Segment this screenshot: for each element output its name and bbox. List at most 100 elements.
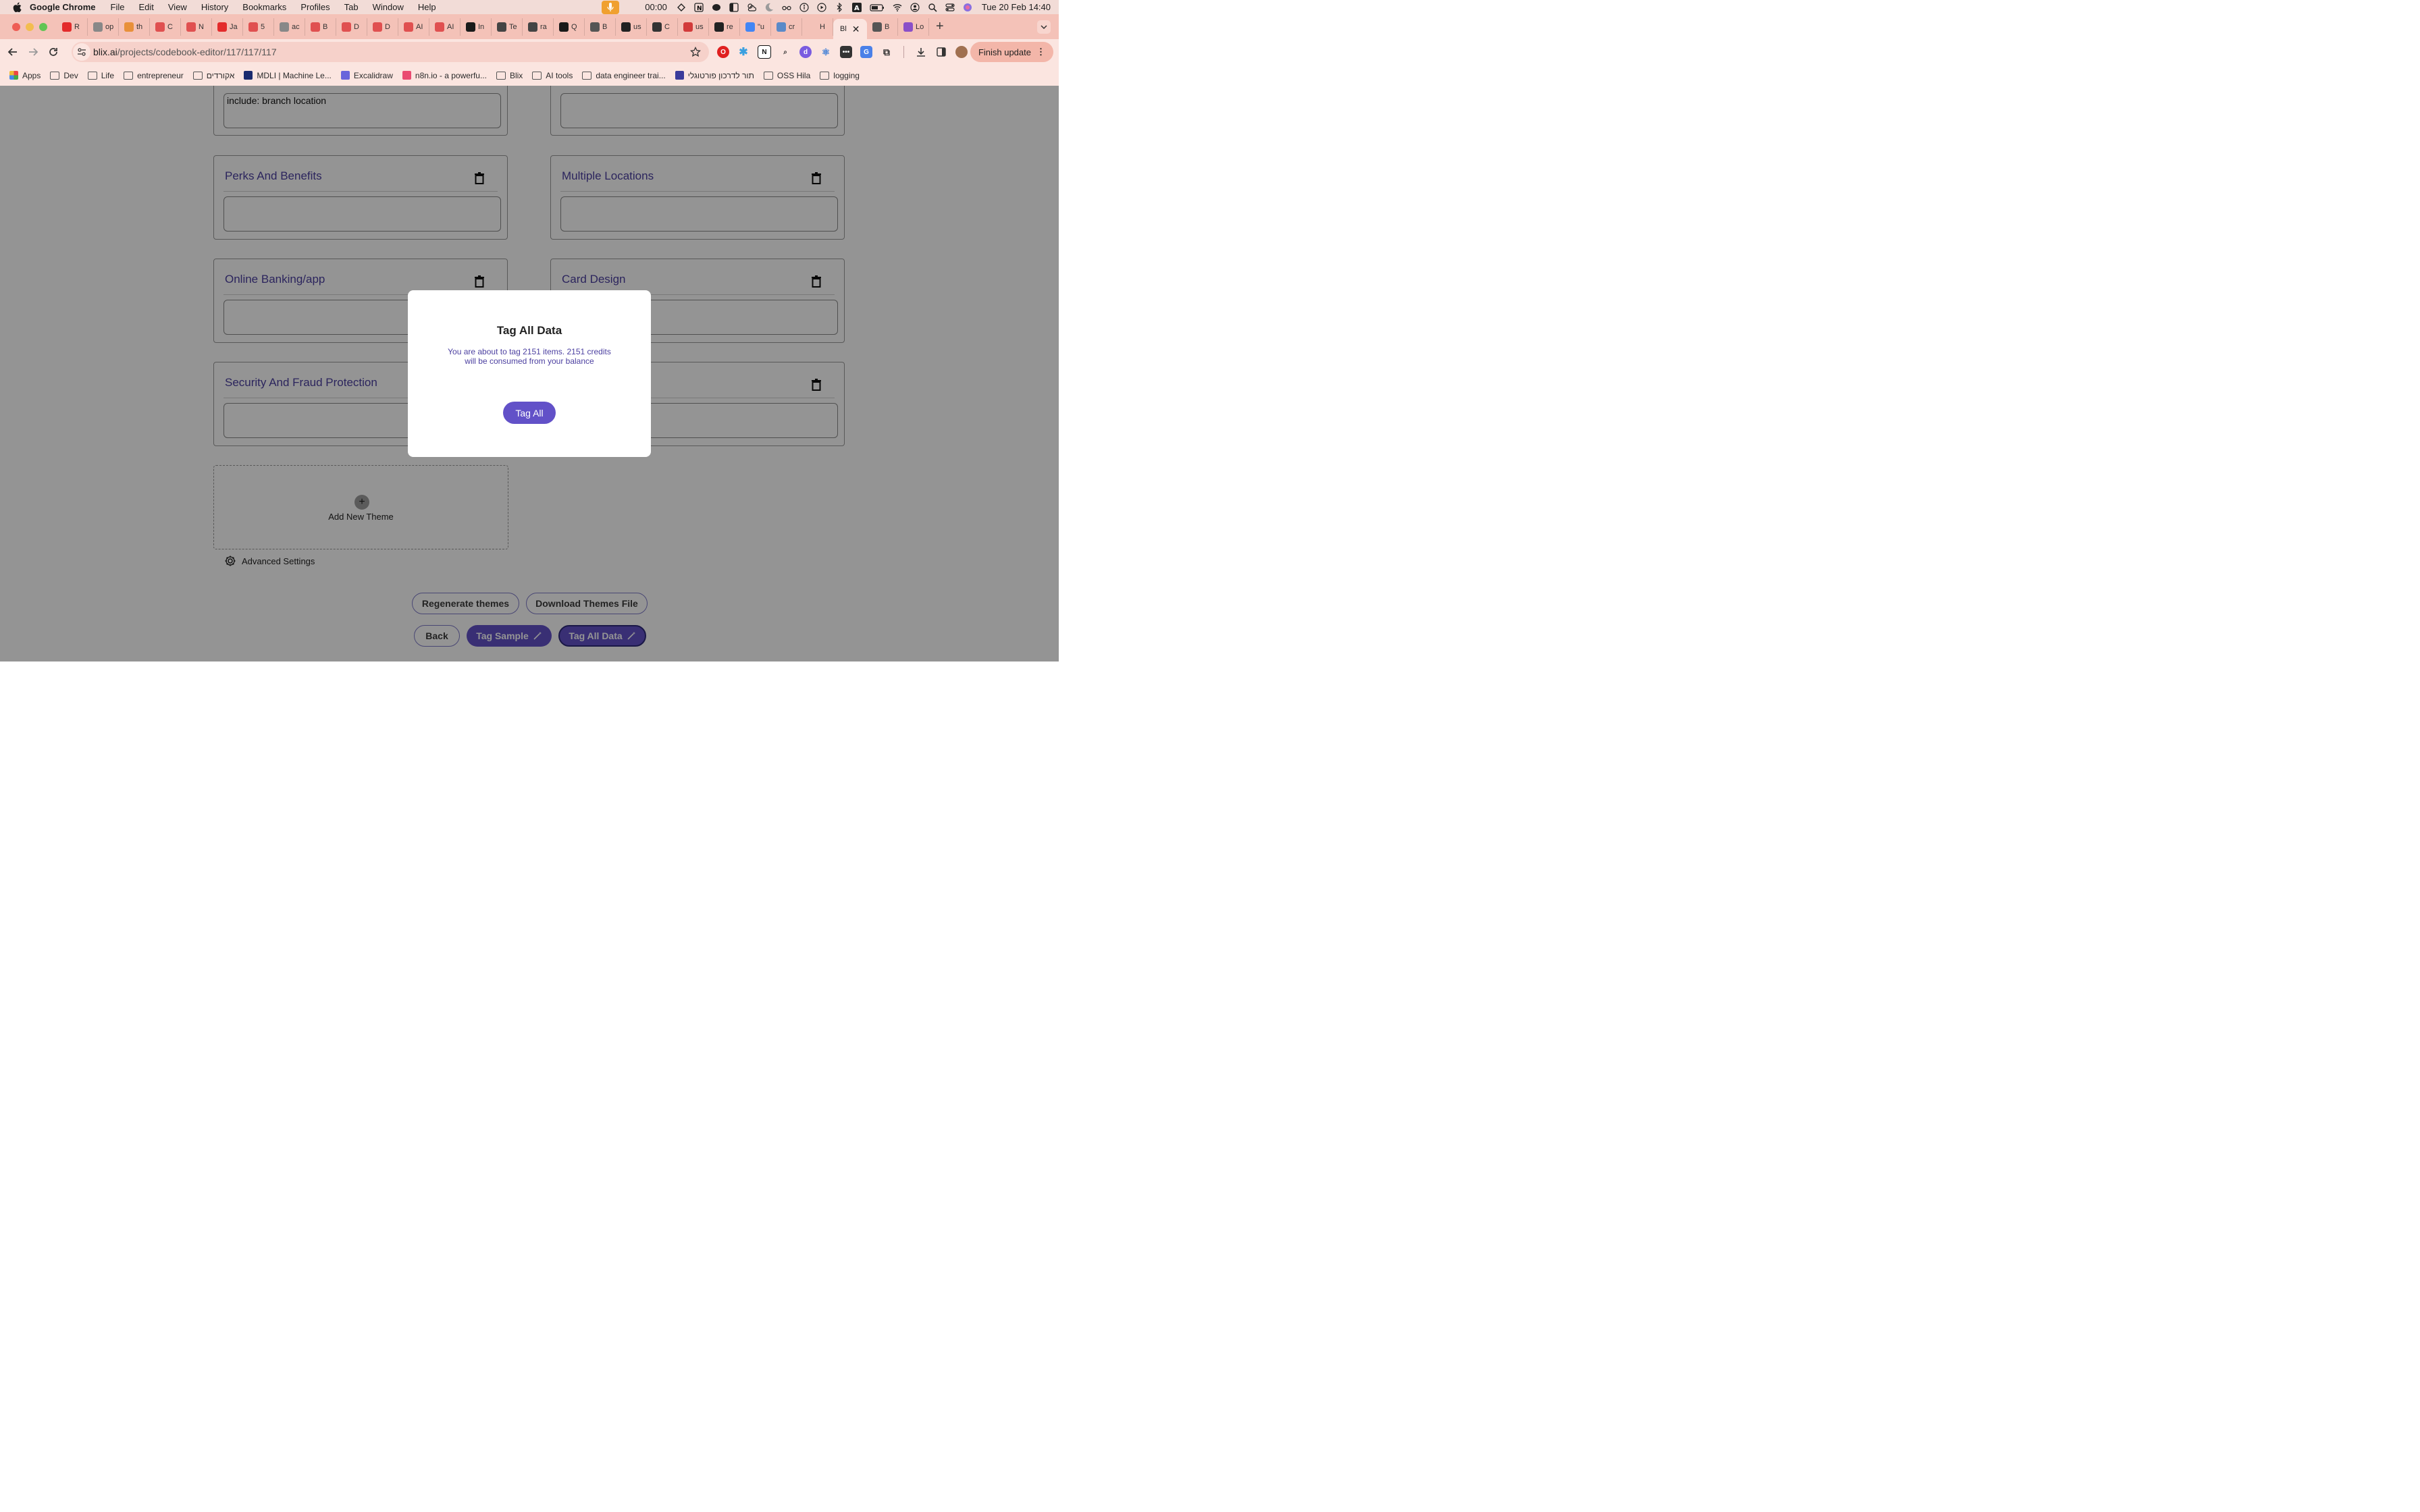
wifi-icon[interactable] [893,3,902,12]
weather-icon[interactable] [747,3,756,12]
react-extension-icon[interactable]: ⚛ [820,46,832,58]
dots-extension-icon[interactable]: ••• [840,46,852,58]
browser-tab[interactable]: In [461,18,492,36]
search-extension-icon[interactable]: ⌕ [779,46,791,58]
browser-tab[interactable]: B [585,18,616,36]
accessibility-icon[interactable] [799,2,809,12]
bookmark-item[interactable]: אקורדים [192,71,234,80]
finish-update-button[interactable]: Finish update ⋮ [970,42,1053,62]
address-bar[interactable]: blix.ai/projects/codebook-editor/117/117… [72,42,709,62]
browser-tab[interactable]: H [802,18,833,36]
browser-tab[interactable]: C [150,18,181,36]
bookmark-item[interactable]: Apps [9,71,41,80]
browser-tab[interactable]: Lo [898,18,929,36]
sidebar-icon[interactable] [729,2,739,12]
bookmark-item[interactable]: Blix [496,71,523,80]
notion-extension-icon[interactable]: N [758,45,771,59]
browser-tab[interactable]: AI [398,18,429,36]
bookmark-item[interactable]: logging [820,71,860,80]
menu-tab[interactable]: Tab [344,2,359,12]
reload-icon[interactable] [44,43,63,61]
browser-tab[interactable]: op [88,18,119,36]
status-icon-1[interactable] [677,3,686,12]
browser-tab[interactable]: D [336,18,367,36]
sparkle-extension-icon[interactable]: ✱ [737,46,749,58]
more-menu-icon[interactable]: ⋮ [1036,47,1045,57]
browser-tab[interactable]: AI [429,18,461,36]
browser-tab[interactable]: D [367,18,398,36]
timer-readout[interactable]: 00:00 [645,2,667,12]
app-name-menu[interactable]: Google Chrome [30,2,96,12]
active-tab[interactable]: Bl ✕ [833,19,867,39]
browser-tab[interactable]: "u [740,18,771,36]
menu-history[interactable]: History [201,2,228,12]
new-tab-button[interactable]: + [936,19,944,34]
microphone-icon[interactable] [602,0,620,14]
menu-profiles[interactable]: Profiles [300,2,330,12]
browser-tab[interactable]: Ja [212,18,243,36]
site-info-icon[interactable] [73,43,90,61]
back-arrow-icon[interactable] [3,43,22,61]
browser-tab[interactable]: Q [554,18,585,36]
translate-extension-icon[interactable]: G [860,46,872,58]
puzzle-extensions-icon[interactable]: ⧉ [880,46,893,58]
bookmark-item[interactable]: Excalidraw [340,71,393,80]
browser-tab[interactable]: B [305,18,336,36]
bookmark-item[interactable]: AI tools [532,71,573,80]
bookmark-item[interactable]: תור לדרכון פורטוגלי [675,71,754,80]
browser-tab[interactable]: us [616,18,647,36]
keyboard-input-icon[interactable]: A [851,2,862,12]
minimize-window-button[interactable] [26,22,34,31]
browser-tab[interactable]: th [119,18,150,36]
user-account-icon[interactable] [910,2,920,12]
side-panel-icon[interactable] [935,46,947,58]
browser-tab[interactable]: re [709,18,740,36]
bookmark-item[interactable]: MDLI | Machine Le... [244,71,332,80]
play-icon[interactable] [817,2,826,12]
bookmark-item[interactable]: Dev [50,71,78,80]
browser-tab[interactable]: us [678,18,709,36]
bookmark-item[interactable]: entrepreneur [124,71,184,80]
bookmark-item[interactable]: data engineer trai... [582,71,666,80]
bluetooth-icon[interactable] [835,2,844,12]
bookmark-item[interactable]: n8n.io - a powerfu... [402,71,487,80]
menu-edit[interactable]: Edit [138,2,153,12]
browser-tab[interactable]: N [181,18,212,36]
apple-logo-icon[interactable] [12,2,22,13]
moon-icon[interactable] [764,3,774,12]
tag-all-confirm-button[interactable]: Tag All [503,402,556,424]
profile-avatar[interactable] [955,46,968,58]
menu-bookmarks[interactable]: Bookmarks [242,2,286,12]
glasses-icon[interactable] [782,3,791,12]
menu-file[interactable]: File [111,2,125,12]
maximize-window-button[interactable] [39,22,47,31]
browser-tab[interactable]: Te [492,18,523,36]
notion-icon[interactable]: N [694,2,704,12]
menu-view[interactable]: View [168,2,187,12]
menu-help[interactable]: Help [418,2,436,12]
bookmark-star-icon[interactable] [690,47,701,57]
download-icon[interactable] [915,46,927,58]
browser-tab[interactable]: C [647,18,678,36]
close-tab-icon[interactable]: ✕ [852,24,860,35]
browser-tab[interactable]: B [867,18,898,36]
browser-tab[interactable]: ac [274,18,305,36]
close-window-button[interactable] [12,22,20,31]
browser-tab[interactable]: 5 [243,18,274,36]
opera-extension-icon[interactable]: O [717,46,729,58]
battery-icon[interactable] [870,3,885,12]
menu-window[interactable]: Window [373,2,404,12]
browser-tab[interactable]: ra [523,18,554,36]
forward-arrow-icon[interactable] [24,43,43,61]
bookmark-item[interactable]: OSS Hila [763,71,810,80]
browser-tab[interactable]: R [57,18,88,36]
spotlight-search-icon[interactable] [928,3,937,12]
elephant-icon[interactable] [712,3,721,12]
browser-tab[interactable]: cr [771,18,802,36]
siri-icon[interactable] [963,3,972,12]
bookmark-item[interactable]: Life [87,71,114,80]
control-center-icon[interactable] [945,3,955,12]
purple-extension-icon[interactable]: d [799,46,812,58]
date-time-readout[interactable]: Tue 20 Feb 14:40 [982,2,1051,12]
tab-search-button[interactable] [1037,20,1051,34]
